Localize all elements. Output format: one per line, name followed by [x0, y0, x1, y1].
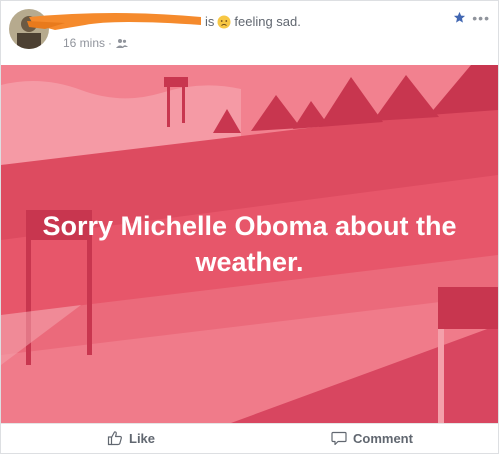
status-text: is feeling sad. — [205, 14, 301, 29]
post-header: is feeling sad. 16 mins · ••• — [1, 1, 498, 63]
post-top-actions: ••• — [453, 11, 490, 25]
status-is: is — [205, 14, 215, 29]
more-options-icon[interactable]: ••• — [472, 11, 490, 25]
post-background-banner: Sorry Michelle Oboma about the weather. — [1, 65, 498, 423]
sad-face-emoji-icon — [217, 15, 231, 28]
post-footer: Like Comment — [1, 423, 498, 454]
post-timestamp[interactable]: 16 mins — [63, 36, 105, 50]
status-feeling[interactable]: feeling sad. — [234, 14, 301, 29]
like-label: Like — [129, 430, 156, 446]
like-button[interactable]: Like — [107, 430, 155, 446]
post-card: is feeling sad. 16 mins · ••• Sorry Mich… — [0, 0, 499, 454]
banner-text: Sorry Michelle Oboma about the weather. — [42, 211, 457, 277]
friends-icon[interactable] — [116, 38, 129, 48]
thumbs-up-icon — [107, 431, 122, 446]
post-meta: 16 mins · — [63, 36, 129, 50]
star-icon[interactable] — [453, 11, 466, 24]
comment-icon — [331, 431, 347, 446]
redaction-scribble — [27, 13, 201, 30]
comment-button[interactable]: Comment — [331, 430, 413, 446]
comment-label: Comment — [353, 430, 413, 446]
meta-separator: · — [108, 36, 113, 50]
